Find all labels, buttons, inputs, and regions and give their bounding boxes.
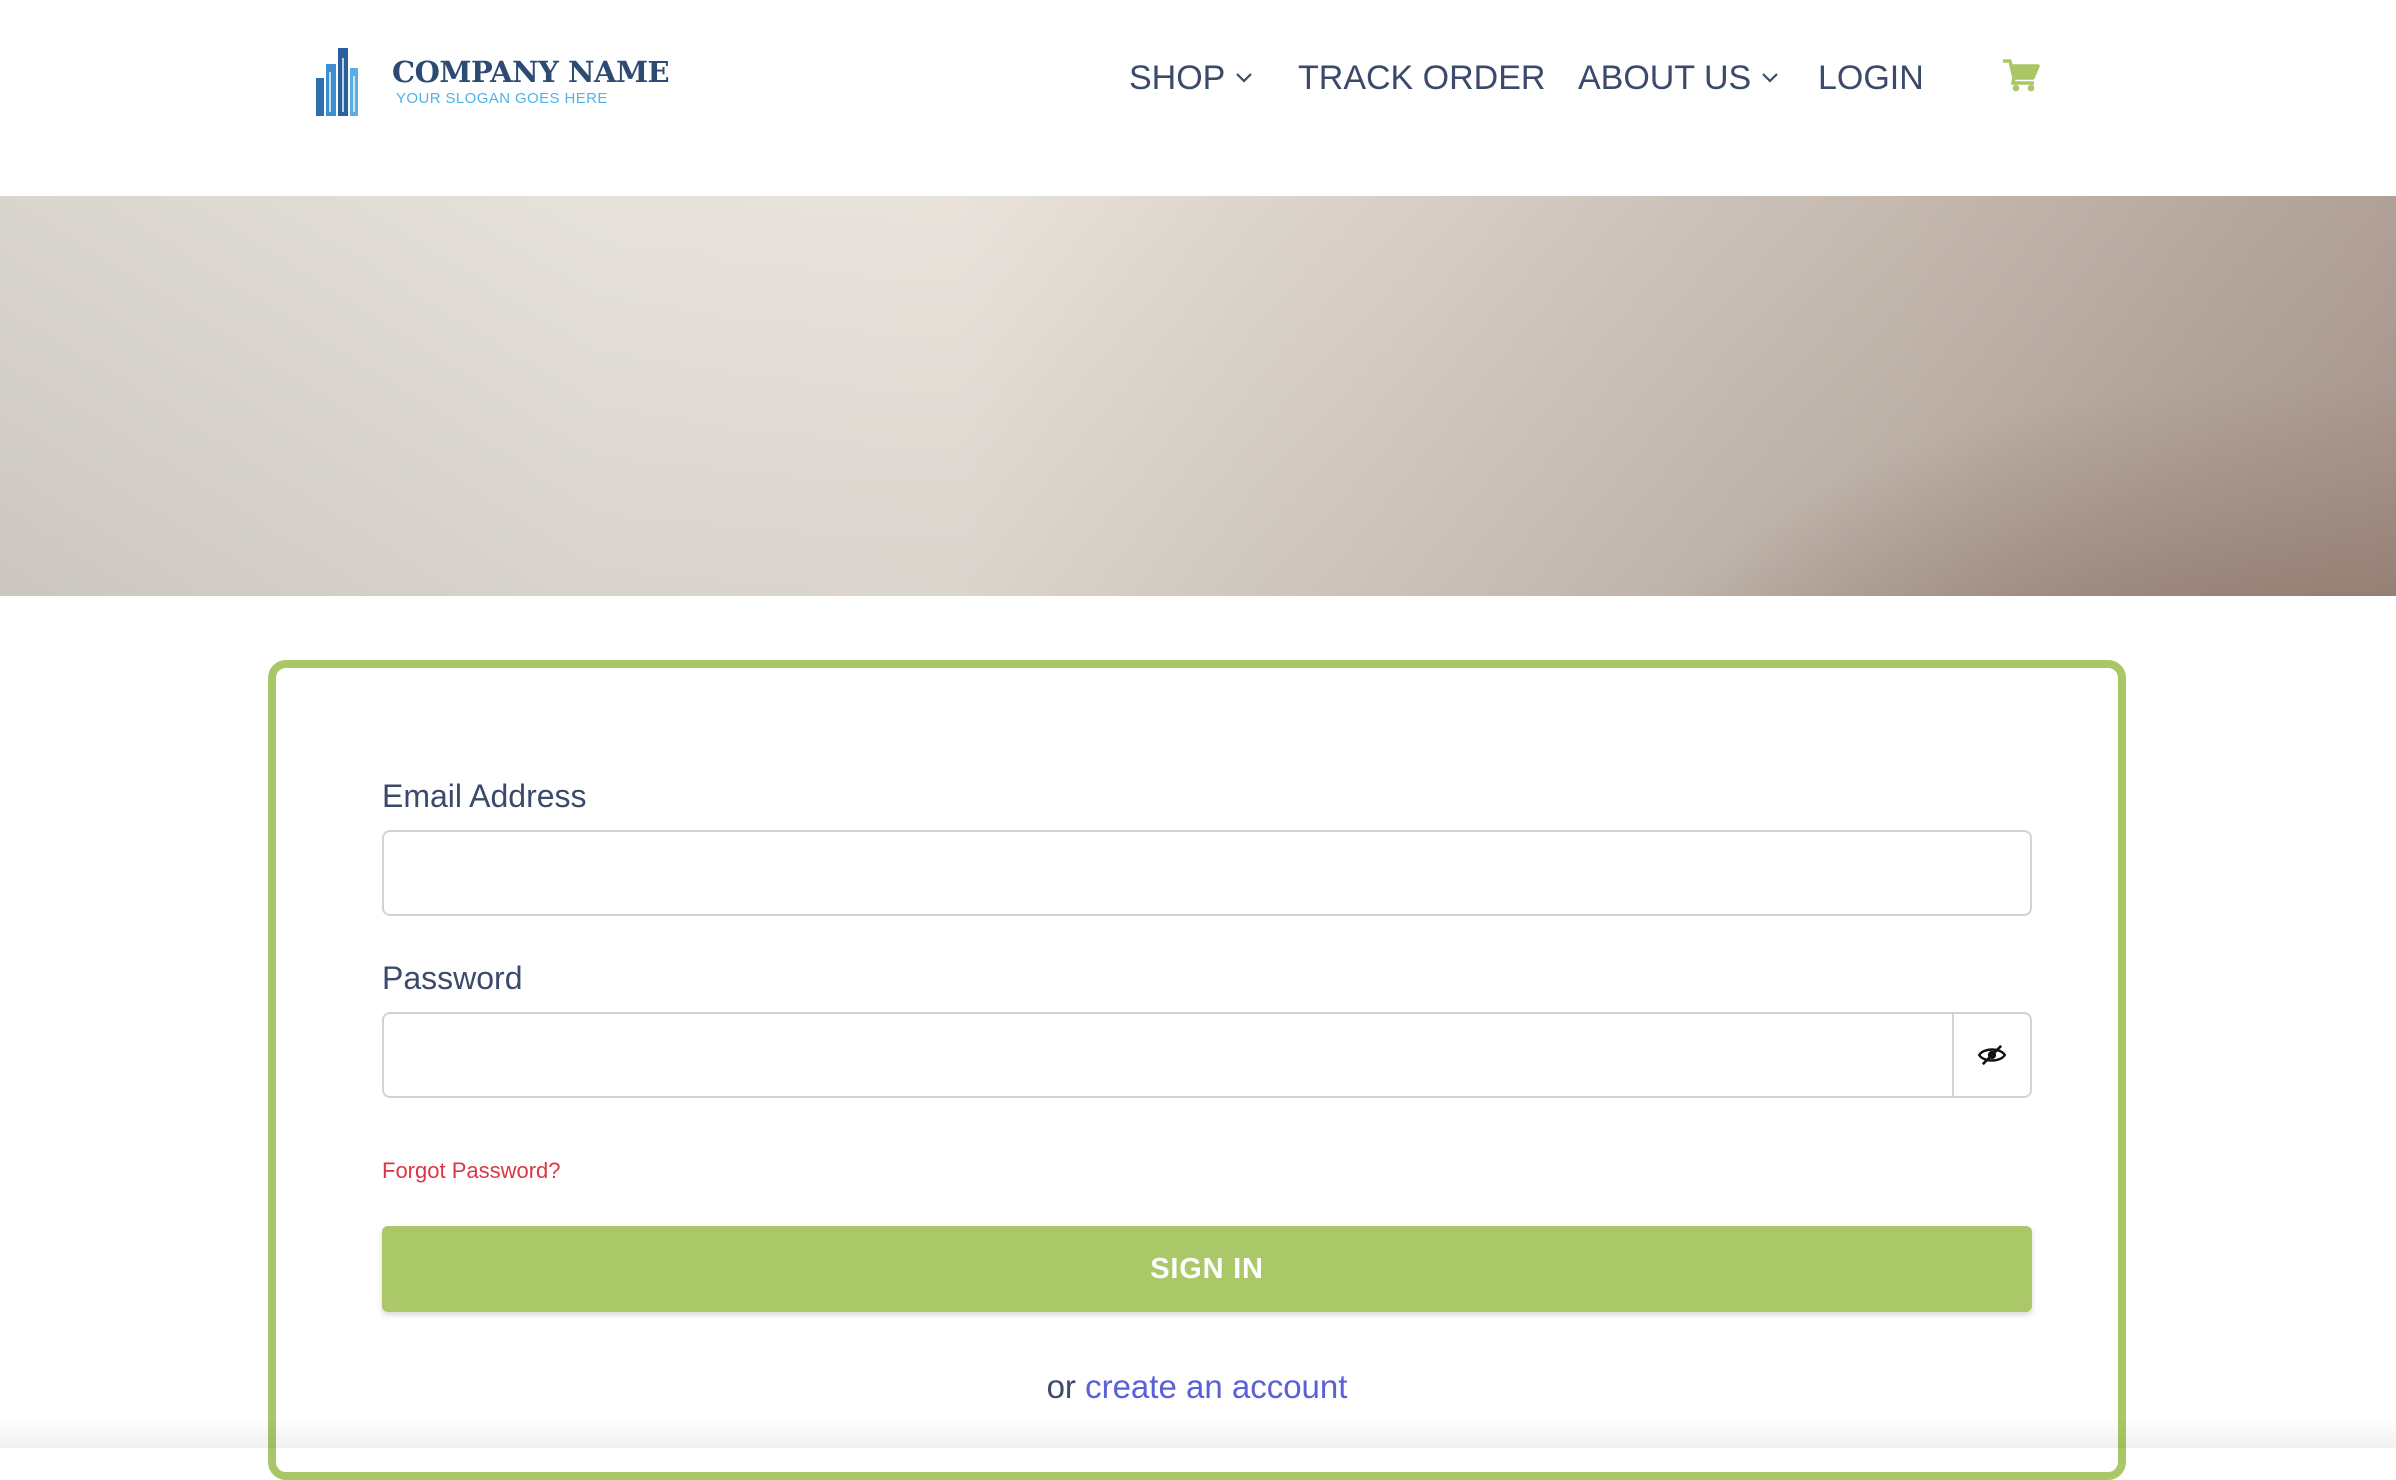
email-label: Email Address (382, 778, 587, 814)
shopping-cart-icon (2003, 59, 2040, 92)
nav-login[interactable]: LOGIN (1818, 48, 1924, 108)
or-text: or (1046, 1368, 1076, 1405)
create-account-link[interactable]: create an account (1085, 1368, 1347, 1405)
chevron-down-icon (1236, 73, 1253, 83)
email-field[interactable] (382, 830, 2032, 916)
chevron-down-icon (1762, 73, 1778, 83)
toggle-password-button[interactable] (1952, 1012, 2032, 1098)
create-account-line: or create an account (276, 1368, 2118, 1406)
forgot-password-link[interactable]: Forgot Password? (382, 1158, 561, 1184)
nav-about-us-label: ABOUT US (1578, 58, 1752, 97)
login-card: Email Address Password Forgot Password? … (268, 660, 2126, 1480)
nav-track-order-label: TRACK ORDER (1298, 58, 1546, 97)
hero-banner (0, 196, 2396, 596)
cart-button[interactable] (2002, 58, 2040, 92)
nav-shop[interactable]: SHOP (1129, 48, 1253, 108)
site-header: COMPANY NAME YOUR SLOGAN GOES HERE SHOP … (0, 0, 2396, 196)
nav-shop-label: SHOP (1129, 58, 1226, 97)
nav-login-label: LOGIN (1818, 58, 1924, 97)
nav-track-order[interactable]: TRACK ORDER (1298, 48, 1545, 108)
nav-about-us[interactable]: ABOUT US (1578, 48, 1779, 108)
password-label: Password (382, 960, 523, 996)
sign-in-button[interactable]: SIGN IN (382, 1226, 2032, 1312)
sign-in-label: SIGN IN (1150, 1252, 1264, 1285)
eye-slash-icon (1977, 1044, 2007, 1066)
password-field[interactable] (382, 1012, 1954, 1098)
